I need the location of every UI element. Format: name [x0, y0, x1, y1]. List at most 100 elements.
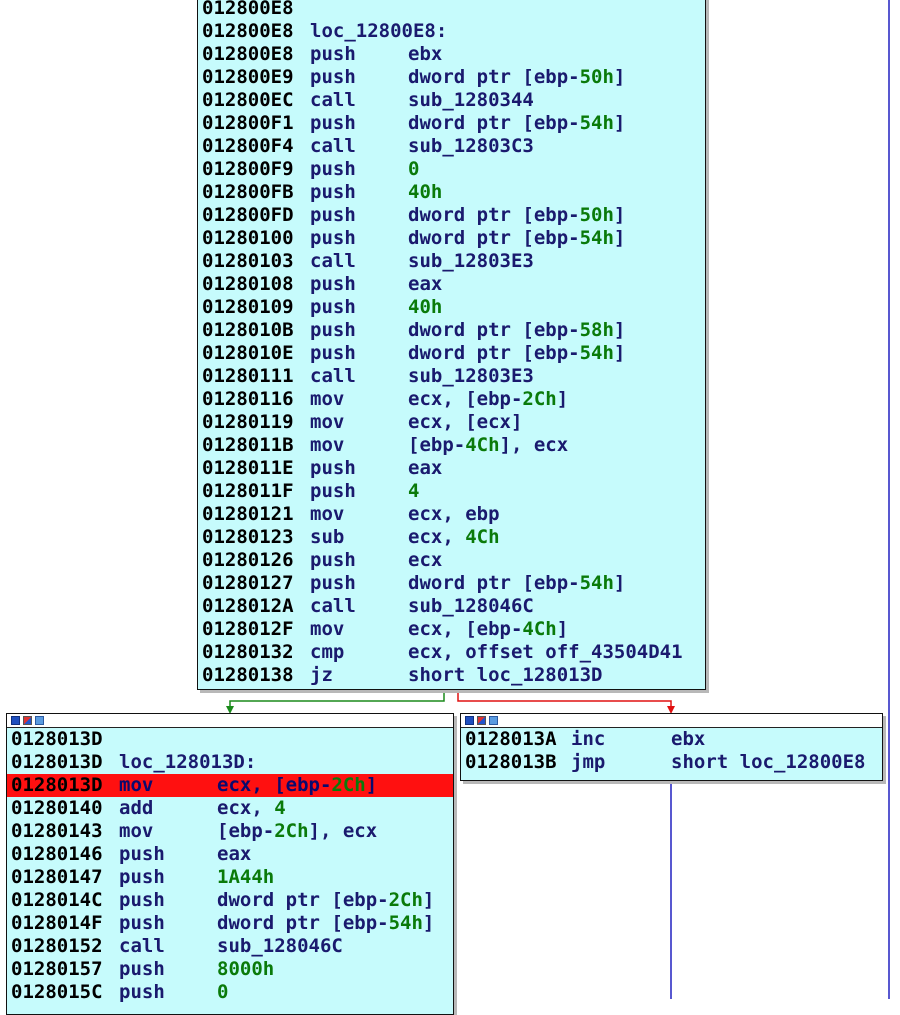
instruction-mnemonic: inc: [571, 728, 606, 750]
instruction-operands: ebx: [408, 43, 442, 66]
asm-line[interactable]: 0128015C push 0: [7, 981, 453, 1004]
operand-number: 0: [408, 158, 420, 180]
asm-line[interactable]: 01280146 push eax: [7, 843, 453, 866]
operand-text: [ebp-: [217, 820, 275, 842]
asm-line[interactable]: 01280123 sub ecx, 4Ch: [198, 526, 705, 549]
asm-line[interactable]: 0128011F push 4: [198, 480, 705, 503]
instruction-mnemonic: push: [310, 227, 356, 249]
instruction-operands: dword ptr [ebp-50h]: [408, 204, 625, 227]
instruction-operands: dword ptr [ebp-54h]: [408, 572, 625, 595]
asm-line[interactable]: 012800E8 push ebx: [198, 43, 705, 66]
asm-line[interactable]: 012800F9 push 0: [198, 158, 705, 181]
instruction-operands: dword ptr [ebp-54h]: [408, 227, 625, 250]
instruction-operands: sub_12803E3: [408, 250, 534, 273]
asm-label-line[interactable]: 012800E8 loc_12800E8:: [198, 20, 705, 43]
block-graph-icon[interactable]: [11, 716, 20, 725]
line-address: 012800E9: [202, 66, 294, 88]
instruction-mnemonic: push: [119, 866, 165, 888]
operand-number: 4: [408, 480, 420, 502]
asm-line[interactable]: 01280157 push 8000h: [7, 958, 453, 981]
operand-text: dword ptr [ebp-: [217, 889, 389, 911]
line-address: 0128013A: [465, 728, 557, 750]
operand-number: 40h: [408, 296, 443, 318]
asm-line[interactable]: 01280127 push dword ptr [ebp-54h]: [198, 572, 705, 595]
asm-line[interactable]: 0128011B mov [ebp-4Ch], ecx: [198, 434, 705, 457]
operand-text: sub_12803E3: [408, 250, 534, 272]
asm-line-address[interactable]: 012800E8: [198, 0, 705, 20]
asm-line[interactable]: 012800E9 push dword ptr [ebp-50h]: [198, 66, 705, 89]
instruction-mnemonic: jmp: [571, 751, 606, 773]
instruction-mnemonic: mov: [119, 820, 154, 842]
code-block-loop-back[interactable]: 0128013A inc ebx 0128013B jmp short loc_12800…: [460, 713, 883, 781]
block-titlebar[interactable]: [461, 714, 882, 728]
asm-line[interactable]: 0128012A call sub_128046C: [198, 595, 705, 618]
line-address: 01280108: [202, 273, 294, 295]
asm-line[interactable]: 01280126 push ecx: [198, 549, 705, 572]
block-list-icon[interactable]: [489, 716, 498, 725]
block-titlebar[interactable]: [7, 714, 453, 728]
asm-line[interactable]: 01280116 mov ecx, [ebp-2Ch]: [198, 388, 705, 411]
line-address: 0128010E: [202, 342, 294, 364]
operand-text: dword ptr [ebp-: [408, 572, 580, 594]
asm-line[interactable]: 01280100 push dword ptr [ebp-54h]: [198, 227, 705, 250]
asm-line[interactable]: 01280108 push eax: [198, 273, 705, 296]
instruction-mnemonic: add: [119, 797, 154, 819]
code-block-main[interactable]: 012800E8 012800E8 loc_12800E8: 012800E8 push…: [197, 0, 706, 690]
code-block-loc-128013D[interactable]: 0128013D 0128013D loc_128013D: 0128013D mov e…: [6, 713, 454, 1015]
asm-line[interactable]: 01280132 cmp ecx, offset off_43504D41: [198, 641, 705, 664]
asm-line[interactable]: 0128010B push dword ptr [ebp-58h]: [198, 319, 705, 342]
asm-line[interactable]: 01280138 jz short loc_128013D: [198, 664, 705, 687]
instruction-operands: dword ptr [ebp-54h]: [408, 342, 625, 365]
asm-line[interactable]: 01280119 mov ecx, [ecx]: [198, 411, 705, 434]
block-color-icon[interactable]: [477, 716, 486, 725]
asm-line[interactable]: 01280109 push 40h: [198, 296, 705, 319]
block-graph-icon[interactable]: [465, 716, 474, 725]
asm-line[interactable]: 0128014F push dword ptr [ebp-54h]: [7, 912, 453, 935]
instruction-operands: 8000h: [217, 958, 274, 981]
block-list-icon[interactable]: [35, 716, 44, 725]
asm-line[interactable]: 012800F4 call sub_12803C3: [198, 135, 705, 158]
line-address: 01280116: [202, 388, 294, 410]
asm-line[interactable]: 01280152 call sub_128046C: [7, 935, 453, 958]
asm-line[interactable]: 01280103 call sub_12803E3: [198, 250, 705, 273]
operand-tail: ]: [422, 889, 435, 911]
instruction-operands: short loc_12800E8: [671, 751, 865, 774]
line-address: 01280152: [11, 935, 103, 957]
asm-line[interactable]: 012800FD push dword ptr [ebp-50h]: [198, 204, 705, 227]
instruction-operands: 40h: [408, 296, 442, 319]
asm-line[interactable]: 01280121 mov ecx, ebp: [198, 503, 705, 526]
instruction-mnemonic: push: [310, 158, 356, 180]
asm-line[interactable]: 0128010E push dword ptr [ebp-54h]: [198, 342, 705, 365]
asm-line[interactable]: 01280147 push 1A44h: [7, 866, 453, 889]
asm-line[interactable]: 0128013B jmp short loc_12800E8: [461, 751, 882, 774]
instruction-mnemonic: push: [310, 112, 356, 134]
instruction-operands: eax: [408, 273, 442, 296]
asm-line-address[interactable]: 0128013D: [7, 728, 453, 751]
asm-line[interactable]: 01280143 mov [ebp-2Ch], ecx: [7, 820, 453, 843]
instruction-mnemonic: mov: [310, 503, 345, 525]
asm-line[interactable]: 012800EC call sub_1280344: [198, 89, 705, 112]
asm-line[interactable]: 0128012F mov ecx, [ebp-4Ch]: [198, 618, 705, 641]
operand-tail: ]: [613, 572, 626, 594]
asm-label-line[interactable]: 0128013D loc_128013D:: [7, 751, 453, 774]
operand-text: dword ptr [ebp-: [408, 342, 580, 364]
operand-number: 50h: [579, 66, 614, 88]
asm-line-selected[interactable]: 0128013D mov ecx, [ebp-2Ch]: [7, 774, 453, 797]
asm-line[interactable]: 01280140 add ecx, 4: [7, 797, 453, 820]
asm-line[interactable]: 01280111 call sub_12803E3: [198, 365, 705, 388]
line-address: 012800E8: [202, 43, 294, 65]
block-color-icon[interactable]: [23, 716, 32, 725]
asm-line[interactable]: 0128014C push dword ptr [ebp-2Ch]: [7, 889, 453, 912]
operand-text: ecx, [ecx]: [408, 411, 523, 433]
asm-line[interactable]: 0128011E push eax: [198, 457, 705, 480]
asm-line[interactable]: 012800FB push 40h: [198, 181, 705, 204]
instruction-operands: sub_128046C: [408, 595, 534, 618]
asm-line[interactable]: 012800F1 push dword ptr [ebp-54h]: [198, 112, 705, 135]
instruction-operands: ecx, ebp: [408, 503, 500, 526]
instruction-mnemonic: push: [310, 43, 356, 65]
operand-text: dword ptr [ebp-: [408, 204, 580, 226]
asm-line[interactable]: 0128013A inc ebx: [461, 728, 882, 751]
line-address: 012800E8: [202, 0, 294, 19]
instruction-operands: eax: [217, 843, 251, 866]
instruction-operands: dword ptr [ebp-54h]: [217, 912, 434, 935]
